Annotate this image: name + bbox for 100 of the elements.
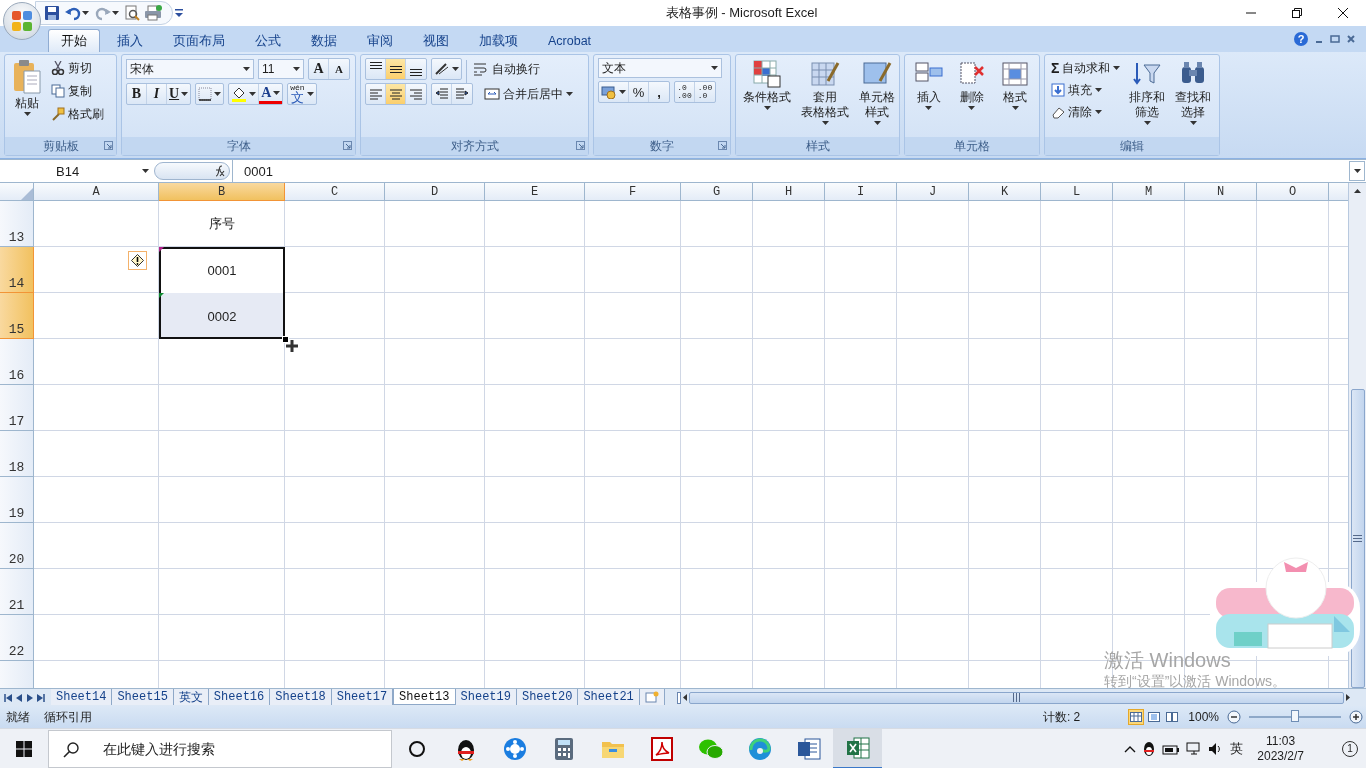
column-header[interactable]: G [681, 183, 753, 202]
next-sheet-icon[interactable] [26, 693, 34, 702]
dialog-launcher-icon[interactable] [718, 141, 727, 150]
column-header[interactable]: F [585, 183, 681, 202]
close-icon[interactable] [1346, 34, 1356, 44]
editing-button[interactable]: 排序和 筛选 [1126, 58, 1169, 137]
input-method-indicator[interactable]: 英 [1230, 739, 1244, 758]
sheet-tab[interactable]: Sheet19 [455, 689, 517, 706]
zoom-in-icon[interactable] [1349, 710, 1363, 725]
chevron-up-icon[interactable] [1124, 744, 1137, 753]
scroll-up-icon[interactable] [1354, 189, 1361, 194]
last-sheet-icon[interactable] [37, 693, 45, 702]
name-box[interactable]: B14 [0, 161, 154, 182]
wrap-text-button[interactable]: 自动换行 [471, 59, 542, 79]
row-header[interactable]: 14 [0, 247, 34, 294]
first-sheet-icon[interactable] [4, 693, 12, 702]
save-icon[interactable] [44, 5, 60, 21]
slider-thumb[interactable] [1291, 710, 1299, 723]
autosum-button[interactable]: Σ 自动求和 [1049, 58, 1123, 78]
styles-button[interactable]: 条件格式 [740, 58, 794, 137]
row-header[interactable]: 13 [0, 201, 34, 248]
fill-button[interactable]: 填充 [1049, 80, 1123, 100]
row-header[interactable]: 15 [0, 293, 34, 340]
ribbon-tab[interactable]: 插入 [104, 29, 156, 52]
previous-sheet-icon[interactable] [15, 693, 23, 702]
insert-function-button[interactable] [154, 162, 230, 181]
sheet-tab[interactable]: Sheet14 [51, 689, 113, 706]
font-name-field[interactable]: 宋体 [126, 59, 254, 79]
dialog-launcher-icon[interactable] [343, 141, 352, 150]
column-header[interactable]: L [1041, 183, 1113, 202]
ribbon-tab[interactable]: 审阅 [354, 29, 406, 52]
column-header[interactable]: B [159, 183, 285, 202]
clear-button[interactable]: 清除 [1049, 102, 1123, 122]
row-header[interactable]: 17 [0, 385, 34, 432]
battery-icon[interactable] [1162, 742, 1181, 755]
percent-button[interactable]: % [629, 82, 649, 102]
column-header[interactable]: H [753, 183, 825, 202]
phonetic-button[interactable]: wén 文 [288, 84, 316, 104]
ribbon-tab[interactable]: 加载项 [466, 29, 531, 52]
print-preview-icon[interactable] [124, 5, 140, 21]
sheet-tab[interactable]: Sheet20 [516, 689, 579, 706]
zoom-slider[interactable] [1249, 710, 1341, 725]
grow-font-button[interactable]: A [309, 59, 329, 79]
ribbon-tab[interactable]: 页面布局 [160, 29, 238, 52]
align-middle-button[interactable] [386, 59, 406, 79]
editing-button[interactable]: 查找和 选择 [1172, 58, 1215, 137]
paste-button[interactable]: 粘贴 [9, 58, 45, 137]
align-center-button[interactable] [386, 84, 406, 104]
clipboard-button[interactable]: 格式刷 [49, 104, 106, 124]
shrink-font-button[interactable]: A [329, 59, 349, 79]
number-format-field[interactable]: 文本 [598, 58, 722, 78]
error-warning-button[interactable] [128, 251, 147, 271]
column-header[interactable]: M [1113, 183, 1185, 202]
sheet-tab[interactable]: Sheet21 [578, 689, 640, 706]
comma-button[interactable]: , [649, 82, 669, 102]
column-header[interactable]: K [969, 183, 1041, 202]
column-header[interactable]: O [1257, 183, 1329, 202]
row-header[interactable]: 19 [0, 477, 34, 524]
cells-button[interactable]: 插入 [910, 58, 947, 137]
font-size-field[interactable]: 11 [258, 59, 304, 79]
restore-icon[interactable] [1330, 34, 1340, 44]
ribbon-tab[interactable]: 开始 [48, 29, 100, 52]
column-header[interactable]: E [485, 183, 585, 202]
italic-button[interactable]: I [147, 84, 167, 104]
clipboard-button[interactable]: 剪切 [49, 58, 106, 78]
penguin-icon[interactable] [1142, 740, 1157, 757]
dialog-launcher-icon[interactable] [576, 141, 585, 150]
fill-color-button[interactable] [229, 84, 260, 104]
decrease-decimal-button[interactable]: .00 .0 [695, 82, 715, 102]
taskbar-search-field[interactable]: 在此键入进行搜索 [103, 733, 383, 764]
underline-button[interactable]: U [167, 84, 191, 104]
horizontal-scrollbar[interactable] [676, 689, 1350, 707]
ribbon-tab[interactable]: 公式 [242, 29, 294, 52]
column-header[interactable]: N [1185, 183, 1257, 202]
ribbon-tab[interactable]: 视图 [410, 29, 462, 52]
sheet-tab[interactable]: Sheet13 [393, 689, 456, 706]
column-header[interactable]: A [34, 183, 159, 202]
network-icon[interactable] [1186, 741, 1203, 756]
row-header[interactable]: 22 [0, 615, 34, 662]
column-header[interactable]: I [825, 183, 897, 202]
column-header[interactable]: C [285, 183, 385, 202]
taskbar-search-box[interactable]: 在此键入进行搜索 [48, 729, 392, 768]
customize-caret-icon[interactable] [173, 7, 185, 19]
borders-button[interactable] [196, 84, 224, 104]
bold-button[interactable]: B [127, 84, 147, 104]
row-header[interactable]: 21 [0, 569, 34, 616]
clipboard-button[interactable]: 复制 [49, 81, 106, 101]
column-header[interactable]: D [385, 183, 485, 202]
row-header[interactable]: 16 [0, 339, 34, 386]
help-button[interactable]: ? [1294, 32, 1308, 46]
ribbon-tab[interactable]: 数据 [298, 29, 350, 52]
dialog-launcher-icon[interactable] [104, 141, 113, 150]
ribbon-tab[interactable]: Acrobat [535, 29, 605, 52]
sheet-tab[interactable]: Sheet16 [208, 689, 271, 706]
sheet-tab[interactable]: Sheet15 [112, 689, 174, 706]
sheet-tab[interactable]: Sheet17 [331, 689, 394, 706]
clock-time[interactable]: 11:03 [1266, 733, 1296, 749]
merge-center-button[interactable]: 合并后居中 [482, 84, 575, 104]
clock-date[interactable]: 2023/2/7 [1257, 748, 1304, 764]
sheet-tab[interactable]: 英文 [173, 689, 209, 706]
